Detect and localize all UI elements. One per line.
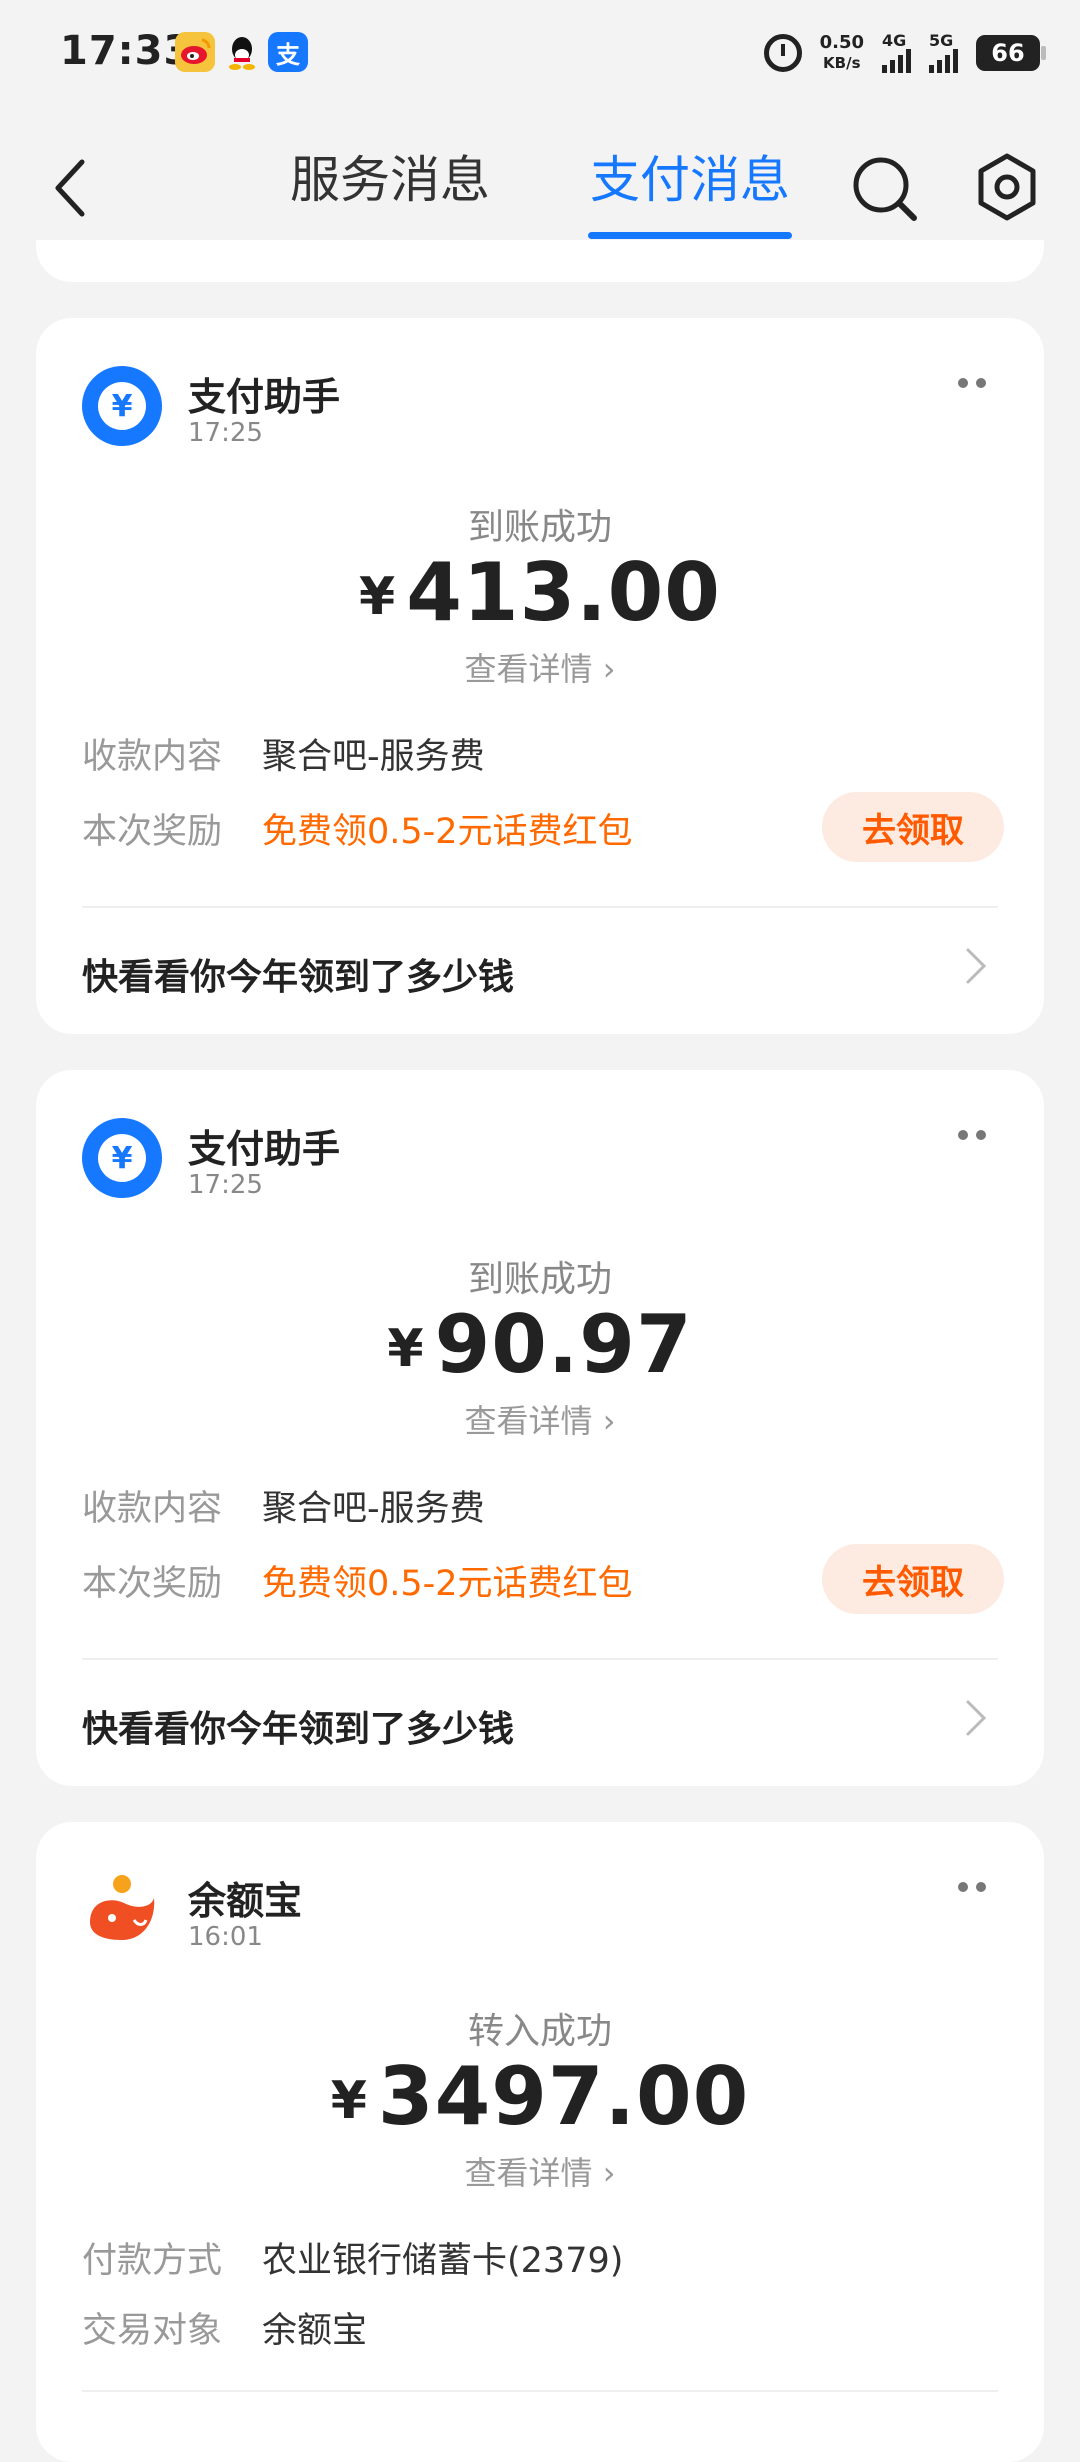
view-details-link[interactable]: 查看详情 › xyxy=(36,2148,1044,2194)
message-card[interactable]: ¥ 支付助手 17:25 到账成功 ¥90.97 查看详情 › 收款内容 聚合吧… xyxy=(36,1070,1044,1786)
transaction-amount: ¥413.00 xyxy=(359,546,721,639)
divider xyxy=(82,906,998,908)
network-speed: 0.50 KB/s xyxy=(819,32,864,73)
row-value: 农业银行储蓄卡(2379) xyxy=(262,2241,624,2281)
transaction-status: 到账成功 xyxy=(467,507,612,548)
signal-5g: 5G xyxy=(929,33,958,73)
battery-indicator: 66 xyxy=(976,35,1046,71)
alarm-icon xyxy=(763,34,802,72)
row-value: 聚合吧-服务费 xyxy=(262,737,485,777)
row-label: 付款方式 xyxy=(82,2241,223,2281)
row-label: 收款内容 xyxy=(82,737,223,777)
divider xyxy=(82,2390,998,2392)
row-label: 交易对象 xyxy=(82,2311,223,2351)
pay-assistant-avatar-icon: ¥ xyxy=(82,366,162,446)
row-label: 收款内容 xyxy=(82,1489,223,1529)
active-tab-indicator xyxy=(588,232,792,239)
message-card[interactable]: 余额宝 16:01 转入成功 ¥3497.00 查看详情 › 付款方式 农业银行… xyxy=(36,1822,1044,2462)
tab-service-messages[interactable]: 服务消息 xyxy=(290,140,490,212)
reward-text: 免费领0.5-2元话费红包 xyxy=(262,812,633,852)
message-time: 17:25 xyxy=(188,418,263,448)
chevron-right-icon: › xyxy=(592,2154,616,2192)
status-bar: 17:33 支 0.50 KB/s 4G 5G 66 xyxy=(0,0,1080,110)
yuebao-avatar-icon xyxy=(82,1870,162,1950)
more-options-icon[interactable] xyxy=(958,1882,988,1896)
gear-icon[interactable] xyxy=(972,152,1042,222)
transaction-status: 到账成功 xyxy=(467,1259,612,1300)
annual-summary-link[interactable]: 快看看你今年领到了多少钱 xyxy=(82,1700,514,1752)
message-time: 16:01 xyxy=(188,1922,263,1952)
signal-4g: 4G xyxy=(882,33,911,73)
chevron-right-icon xyxy=(964,946,988,986)
view-details-link[interactable]: 查看详情 › xyxy=(36,1396,1044,1442)
transaction-status: 转入成功 xyxy=(467,2011,612,2052)
previous-card-edge xyxy=(36,240,1044,282)
message-card[interactable]: ¥ 支付助手 17:25 到账成功 ¥413.00 查看详情 › 收款内容 聚合… xyxy=(36,318,1044,1034)
transaction-amount: ¥3497.00 xyxy=(330,2050,750,2143)
reward-text: 免费领0.5-2元话费红包 xyxy=(262,1564,633,1604)
sender-name: 支付助手 xyxy=(188,1127,341,1171)
clock: 17:33 xyxy=(60,28,193,74)
pay-assistant-avatar-icon: ¥ xyxy=(82,1118,162,1198)
app-header: 服务消息 支付消息 xyxy=(0,120,1080,250)
tab-payment-messages[interactable]: 支付消息 xyxy=(590,140,790,212)
chevron-right-icon: › xyxy=(592,1402,616,1440)
view-details-link[interactable]: 查看详情 › xyxy=(36,644,1044,690)
more-options-icon[interactable] xyxy=(958,1130,988,1144)
chevron-left-icon xyxy=(55,159,85,217)
transaction-amount: ¥90.97 xyxy=(387,1298,693,1391)
chevron-right-icon: › xyxy=(592,650,616,688)
row-value: 聚合吧-服务费 xyxy=(262,1489,485,1529)
alipay-icon: 支 xyxy=(268,32,308,72)
claim-button[interactable]: 去领取 xyxy=(822,1544,1004,1614)
search-icon[interactable] xyxy=(852,156,918,222)
claim-button[interactable]: 去领取 xyxy=(822,792,1004,862)
sender-name: 支付助手 xyxy=(188,375,341,419)
row-value: 余额宝 xyxy=(262,2311,368,2351)
annual-summary-link[interactable]: 快看看你今年领到了多少钱 xyxy=(82,948,514,1000)
back-button[interactable] xyxy=(50,158,90,218)
qq-icon xyxy=(222,32,262,72)
row-label: 本次奖励 xyxy=(82,812,223,852)
divider xyxy=(82,1658,998,1660)
weibo-icon xyxy=(175,32,215,72)
chevron-right-icon xyxy=(964,1698,988,1738)
sender-name: 余额宝 xyxy=(188,1879,303,1923)
message-time: 17:25 xyxy=(188,1170,263,1200)
row-label: 本次奖励 xyxy=(82,1564,223,1604)
more-options-icon[interactable] xyxy=(958,378,988,392)
